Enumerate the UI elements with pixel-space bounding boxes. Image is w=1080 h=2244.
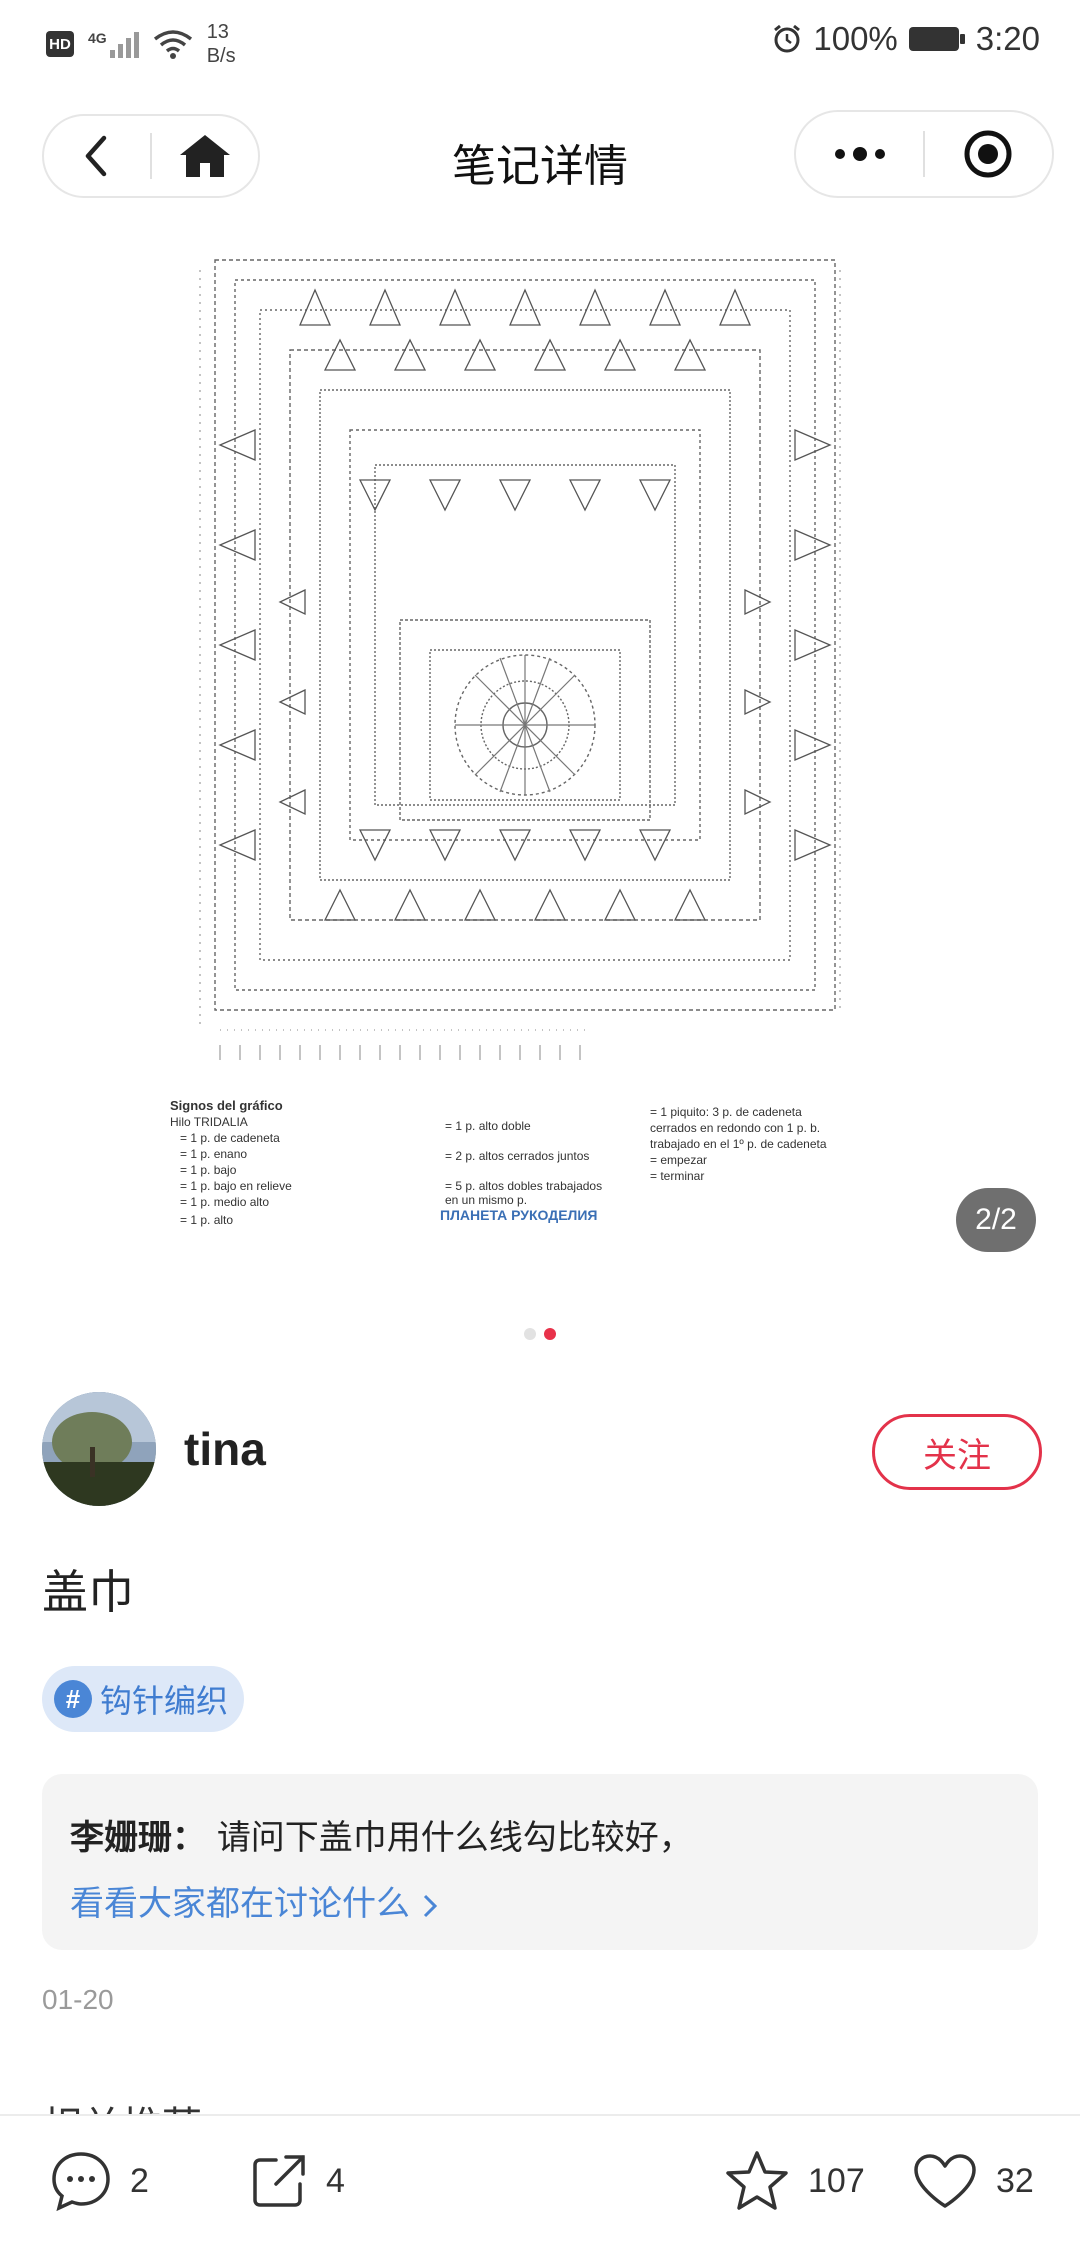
legend-col3-3: = empezar [650,1153,707,1167]
note-title: 盖巾 [42,1565,134,1619]
legend-col2-1: = 2 p. altos cerrados juntos [445,1149,589,1163]
comment-count: 2 [130,2161,149,2200]
topic-tag-label: 钩针编织 [100,1682,229,1720]
alarm-icon [774,24,801,53]
share-icon [253,2155,305,2207]
battery-icon [908,27,965,51]
comment-icon [52,2152,110,2212]
signal-icon: 4G [88,30,139,58]
status-bar: HD 4G 13 B/s 100% 3:20 [0,0,1080,84]
speed-value: 13 [206,21,229,43]
carousel-dot[interactable] [524,1328,536,1340]
network-speed: 13 B/s [207,20,236,68]
topic-tag[interactable]: # 钩针编织 [42,1666,245,1732]
legend-col2-2: = 5 p. altos dobles trabajados [445,1179,602,1193]
author-row: tina 关注 [42,1392,1042,1508]
comment-author: 李姗珊： [70,1818,206,1858]
legend-col1-4: = 1 p. medio alto [180,1195,269,1209]
comment-action[interactable]: 2 [50,2146,149,2216]
comment-preview[interactable]: 李姗珊： 请问下盖巾用什么线勾比较好， 看看大家都在讨论什么 [42,1774,1038,1950]
favorite-action[interactable]: 107 [724,2146,865,2216]
note-image-gallery[interactable]: Signos del gráfico Hilo TRIDALIA = 1 p. … [0,220,1080,1340]
heart-icon [914,2154,976,2208]
carousel-dot-active[interactable] [544,1328,556,1340]
speed-unit: B/s [206,45,236,67]
legend-col2-3: en un mismo p. [445,1193,527,1207]
hashtag-icon: # [54,1680,92,1718]
status-left: HD 4G 13 B/s [46,20,236,68]
post-date: 01-20 [42,1984,114,2015]
share-action[interactable]: 4 [250,2146,345,2216]
chevron-right-icon [423,1894,437,1917]
bottom-action-bar: 2 4 107 32 [0,2114,1080,2244]
share-count: 4 [326,2161,345,2200]
battery-percent: 100% [813,20,898,57]
page-indicator: 2/2 [956,1188,1036,1252]
close-miniprogram-button[interactable] [925,110,1052,198]
legend-col3-4: = terminar [650,1169,704,1183]
legend-col1-3: = 1 p. bajo en relieve [180,1179,292,1193]
avatar[interactable] [42,1392,156,1506]
legend-col1-0: = 1 p. de cadeneta [180,1131,280,1145]
legend-heading: Signos del gráfico [170,1098,283,1113]
follow-button[interactable]: 关注 [872,1414,1042,1490]
legend-col1-1: = 1 p. enano [180,1147,247,1161]
more-icon [834,147,885,161]
legend-col1-2: = 1 p. bajo [180,1163,237,1177]
author-name[interactable]: tina [184,1422,266,1476]
avatar-image [42,1392,156,1506]
wifi-icon [153,30,192,59]
like-count: 32 [996,2161,1034,2200]
legend-col3-0: = 1 piquito: 3 p. de cadeneta [650,1105,802,1119]
hd-badge: HD [46,31,74,57]
nav-capsule-right [794,110,1054,198]
view-discussion-label: 看看大家都在讨论什么 [70,1884,410,1924]
more-button[interactable] [796,110,923,198]
legend-col1-5: = 1 p. alto [180,1213,233,1227]
star-icon [726,2151,788,2210]
legend-col2-0: = 1 p. alto doble [445,1119,531,1133]
status-right: 100% 3:20 [771,20,1040,58]
legend-col3-1: cerrados en redondo con 1 p. b. [650,1121,820,1135]
crochet-chart-image: Signos del gráfico Hilo TRIDALIA = 1 p. … [160,230,900,1230]
carousel-dots [0,1328,1080,1340]
like-action[interactable]: 32 [912,2146,1034,2216]
target-icon [964,130,1012,178]
network-type: 4G [88,30,107,46]
favorite-count: 107 [808,2161,865,2200]
view-discussion-link[interactable]: 看看大家都在讨论什么 [70,1876,439,1925]
legend-yarn: Hilo TRIDALIA [170,1115,248,1129]
legend-col3-2: trabajado en el 1º p. de cadeneta [650,1137,827,1151]
comment-line: 李姗珊： 请问下盖巾用什么线勾比较好， [70,1810,693,1859]
comment-text: 请问下盖巾用什么线勾比较好， [216,1818,693,1858]
nav-bar: 笔记详情 [0,100,1080,212]
image-watermark: ПЛАНЕТА РУКОДЕЛИЯ [440,1207,598,1223]
clock: 3:20 [975,20,1040,57]
